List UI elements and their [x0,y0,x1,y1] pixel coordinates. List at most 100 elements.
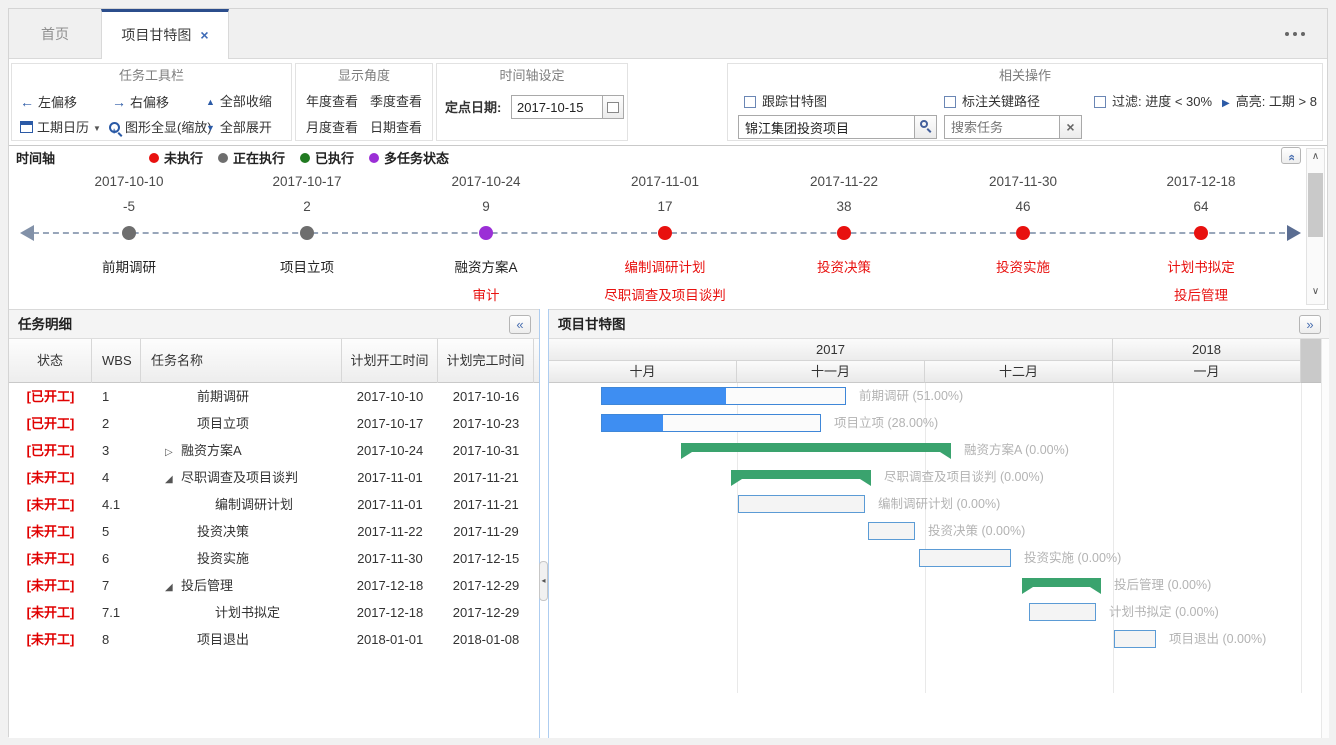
task-name: ▷融资方案A [141,437,342,464]
search-project-button[interactable] [914,115,937,139]
axis-arrow-left-icon[interactable] [20,225,34,241]
milestone-dot-icon[interactable] [122,226,136,240]
axis-arrow-right-icon[interactable] [1287,225,1301,241]
tab-gantt-label: 项目甘特图 [121,27,191,43]
table-row[interactable]: [未开工] 4.1 编制调研计划 2017-11-01 2017-11-21 [9,491,539,518]
table-row[interactable]: [已开工] 1 前期调研 2017-10-10 2017-10-16 [9,383,539,410]
close-icon[interactable]: × [200,27,208,43]
table-row[interactable]: [未开工] 7 ◢投后管理 2017-12-18 2017-12-29 [9,572,539,599]
gantt-bar[interactable] [601,387,846,405]
shift-right-button[interactable]: →右偏移 [112,91,169,113]
collapse-all-button[interactable]: ▲全部收缩 [206,91,272,113]
table-row[interactable]: [已开工] 3 ▷融资方案A 2017-10-24 2017-10-31 [9,437,539,464]
gantt-scrollbar-track[interactable] [1321,339,1329,738]
collapse-left-panel-button[interactable]: « [509,315,531,334]
project-input[interactable] [738,115,915,139]
gantt-bar-label: 融资方案A (0.00%) [964,437,1069,464]
milestone-dot-icon[interactable] [837,226,851,240]
gantt-bar[interactable] [1114,630,1156,648]
milestone-day-number: 2 [303,199,311,214]
duration-calendar-button[interactable]: 工期日历▼ [20,117,101,139]
fit-graph-button[interactable]: 图形全显(缩放) [109,117,212,139]
task-plan-start: 2017-12-18 [342,572,438,599]
tab-home[interactable]: 首页 [9,9,101,59]
task-name: 投资实施 [141,545,342,572]
tab-gantt[interactable]: 项目甘特图 × [101,9,229,60]
checkbox-critical-path[interactable]: 标注关键路径 [944,91,1040,113]
view-year-button[interactable]: 年度查看 [306,91,358,113]
shift-left-button[interactable]: ←左偏移 [20,91,77,113]
gantt-bar-label: 编制调研计划 (0.00%) [878,491,1000,518]
tree-toggle-icon[interactable]: ◢ [165,466,181,491]
view-month-button[interactable]: 月度查看 [306,117,358,139]
table-row[interactable]: [未开工] 7.1 计划书拟定 2017-12-18 2017-12-29 [9,599,539,626]
table-row[interactable]: [已开工] 2 项目立项 2017-10-17 2017-10-23 [9,410,539,437]
scrollbar-thumb[interactable] [1308,173,1323,237]
task-status: [已开工] [9,437,92,464]
milestone-day-number: 38 [836,199,851,214]
task-plan-start: 2017-10-24 [342,437,438,464]
task-plan-start: 2017-11-30 [342,545,438,572]
milestone-date: 2017-11-22 [810,174,878,189]
checkbox-filter-progress[interactable]: 过滤: 进度 < 30% [1094,91,1212,113]
status-dot-icon [149,153,159,163]
clear-search-button[interactable]: × [1059,115,1082,139]
arrow-left-icon: ← [20,94,34,110]
checkbox-icon[interactable] [944,96,956,108]
task-name: ◢尽职调查及项目谈判 [141,464,342,491]
panel-splitter[interactable]: ◂ [539,309,549,738]
table-row[interactable]: [未开工] 8 项目退出 2018-01-01 2018-01-08 [9,626,539,653]
app-window: 首页 项目甘特图× 任务工具栏 ←左偏移 →右偏移 ▲全部收缩 工期日历▼ 图形… [8,8,1328,737]
table-row[interactable]: [未开工] 5 投资决策 2017-11-22 2017-11-29 [9,518,539,545]
table-row[interactable]: [未开工] 4 ◢尽职调查及项目谈判 2017-11-01 2017-11-21 [9,464,539,491]
anchor-date-input[interactable] [511,95,603,119]
checkbox-icon[interactable] [744,96,756,108]
gantt-bar[interactable] [1022,578,1101,587]
task-plan-end: 2017-10-23 [438,410,534,437]
month-cell: 十月 [549,361,737,383]
gantt-bar[interactable] [681,443,951,452]
search-task-input[interactable] [944,115,1060,139]
gantt-bar[interactable] [1029,603,1096,621]
column-task-name[interactable]: 任务名称 [141,339,342,383]
tree-toggle-icon[interactable]: ◢ [165,574,181,599]
column-status[interactable]: 状态 [9,339,92,383]
more-menu-icon[interactable] [1285,32,1305,36]
chevron-down-icon: ▼ [93,124,101,133]
tree-toggle-icon[interactable]: ▷ [165,439,181,464]
status-dot-icon [369,153,379,163]
milestone-dot-icon[interactable] [658,226,672,240]
milestone-dot-icon[interactable] [1194,226,1208,240]
milestone-label-1: 前期调研 [102,256,156,276]
gantt-bar[interactable] [601,414,821,432]
view-quarter-button[interactable]: 季度查看 [370,91,422,113]
triangle-up-icon: ▲ [206,97,215,107]
gantt-bar[interactable] [731,470,871,479]
table-row[interactable]: [未开工] 6 投资实施 2017-11-30 2017-12-15 [9,545,539,572]
checkbox-icon[interactable] [1094,96,1106,108]
checkbox-track-gantt[interactable]: 跟踪甘特图 [744,91,827,113]
gantt-row: 项目立项 (28.00%) [549,410,1301,437]
timeline-collapse-button[interactable]: » [1281,147,1301,164]
column-plan-end[interactable]: 计划完工时间 [438,339,534,383]
milestone-label-1: 计划书拟定 [1167,256,1235,276]
expand-right-panel-button[interactable]: » [1299,315,1321,334]
gantt-bar[interactable] [868,522,915,540]
task-wbs: 5 [92,518,141,545]
gantt-bar[interactable] [738,495,865,513]
gantt-bar-label: 前期调研 (51.00%) [859,383,963,410]
view-day-button[interactable]: 日期查看 [370,117,422,139]
highlight-duration-button[interactable]: ▶高亮: 工期 > 8 [1222,91,1317,113]
date-picker-button[interactable] [602,95,624,119]
chevron-up-icon: » [1284,154,1299,161]
milestone-dot-icon[interactable] [300,226,314,240]
expand-all-button[interactable]: ▼全部展开 [206,117,272,139]
milestone-dot-icon[interactable] [1016,226,1030,240]
splitter-handle[interactable]: ◂ [539,561,548,601]
scroll-down-icon[interactable]: ∨ [1307,286,1324,302]
scroll-up-icon[interactable]: ∧ [1307,151,1324,167]
column-plan-start[interactable]: 计划开工时间 [342,339,438,383]
column-wbs[interactable]: WBS [92,339,141,383]
milestone-dot-icon[interactable] [479,226,493,240]
gantt-bar[interactable] [919,549,1011,567]
